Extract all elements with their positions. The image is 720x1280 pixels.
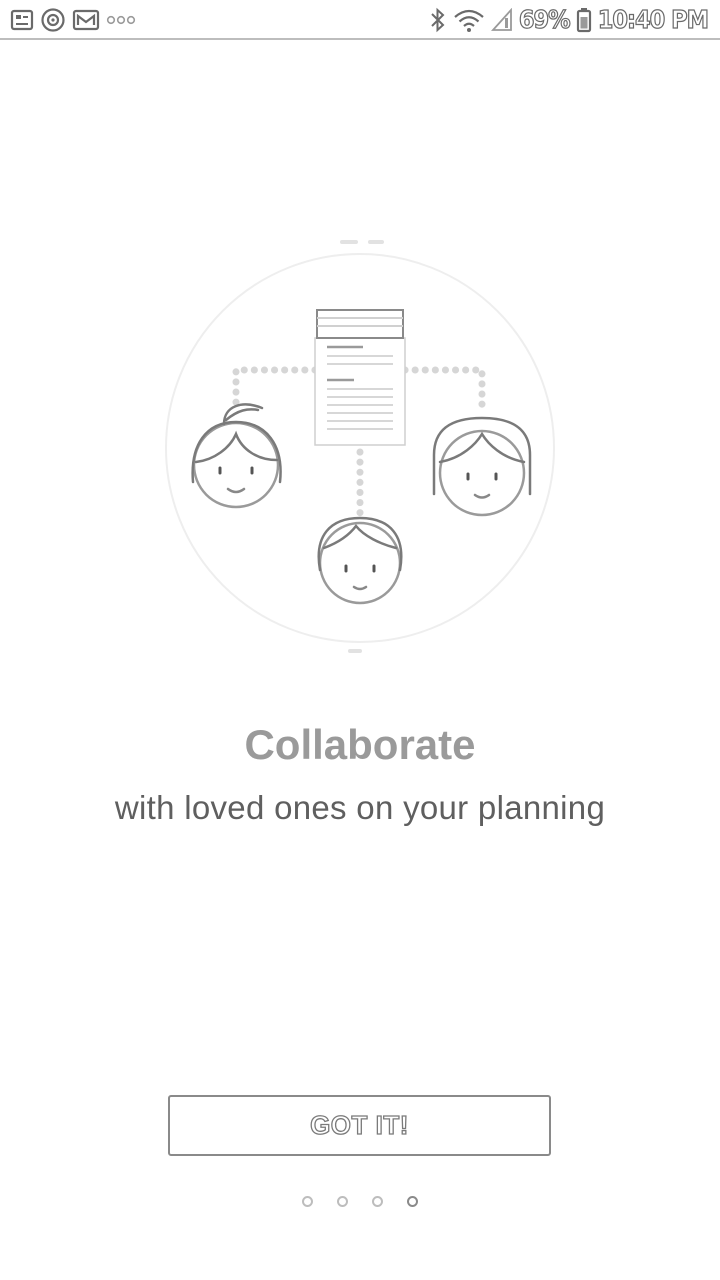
collaboration-illustration (150, 230, 570, 660)
more-notifications-icon (106, 13, 136, 27)
mail-notification-icon (72, 8, 100, 32)
onboarding-screen: 69% 10:40 PM Collaborate with loved ones… (0, 0, 720, 1280)
onboarding-title: Collaborate (244, 721, 476, 768)
status-bar: 69% 10:40 PM (0, 0, 720, 40)
page-dot-2[interactable] (337, 1196, 348, 1207)
onboarding-subtitle: with loved ones on your planning (114, 789, 606, 826)
page-indicator (0, 1196, 720, 1212)
battery-percentage: 69% (518, 4, 571, 34)
page-dot-1[interactable] (302, 1196, 313, 1207)
signal-icon (490, 8, 513, 32)
status-time: 10:40 PM (597, 4, 710, 34)
notification-icons (10, 7, 136, 33)
bluetooth-icon (429, 7, 447, 33)
wifi-icon (453, 7, 485, 33)
got-it-button-label: GOT IT! (309, 1109, 409, 1140)
target-notification-icon (40, 7, 66, 33)
system-status: 69% 10:40 PM (429, 4, 710, 35)
image-notification-icon (10, 8, 34, 32)
page-dot-4[interactable] (407, 1196, 418, 1207)
battery-icon (576, 7, 592, 33)
shared-document-icon (314, 309, 406, 446)
got-it-button[interactable]: GOT IT! (168, 1095, 551, 1156)
page-dot-3[interactable] (372, 1196, 383, 1207)
